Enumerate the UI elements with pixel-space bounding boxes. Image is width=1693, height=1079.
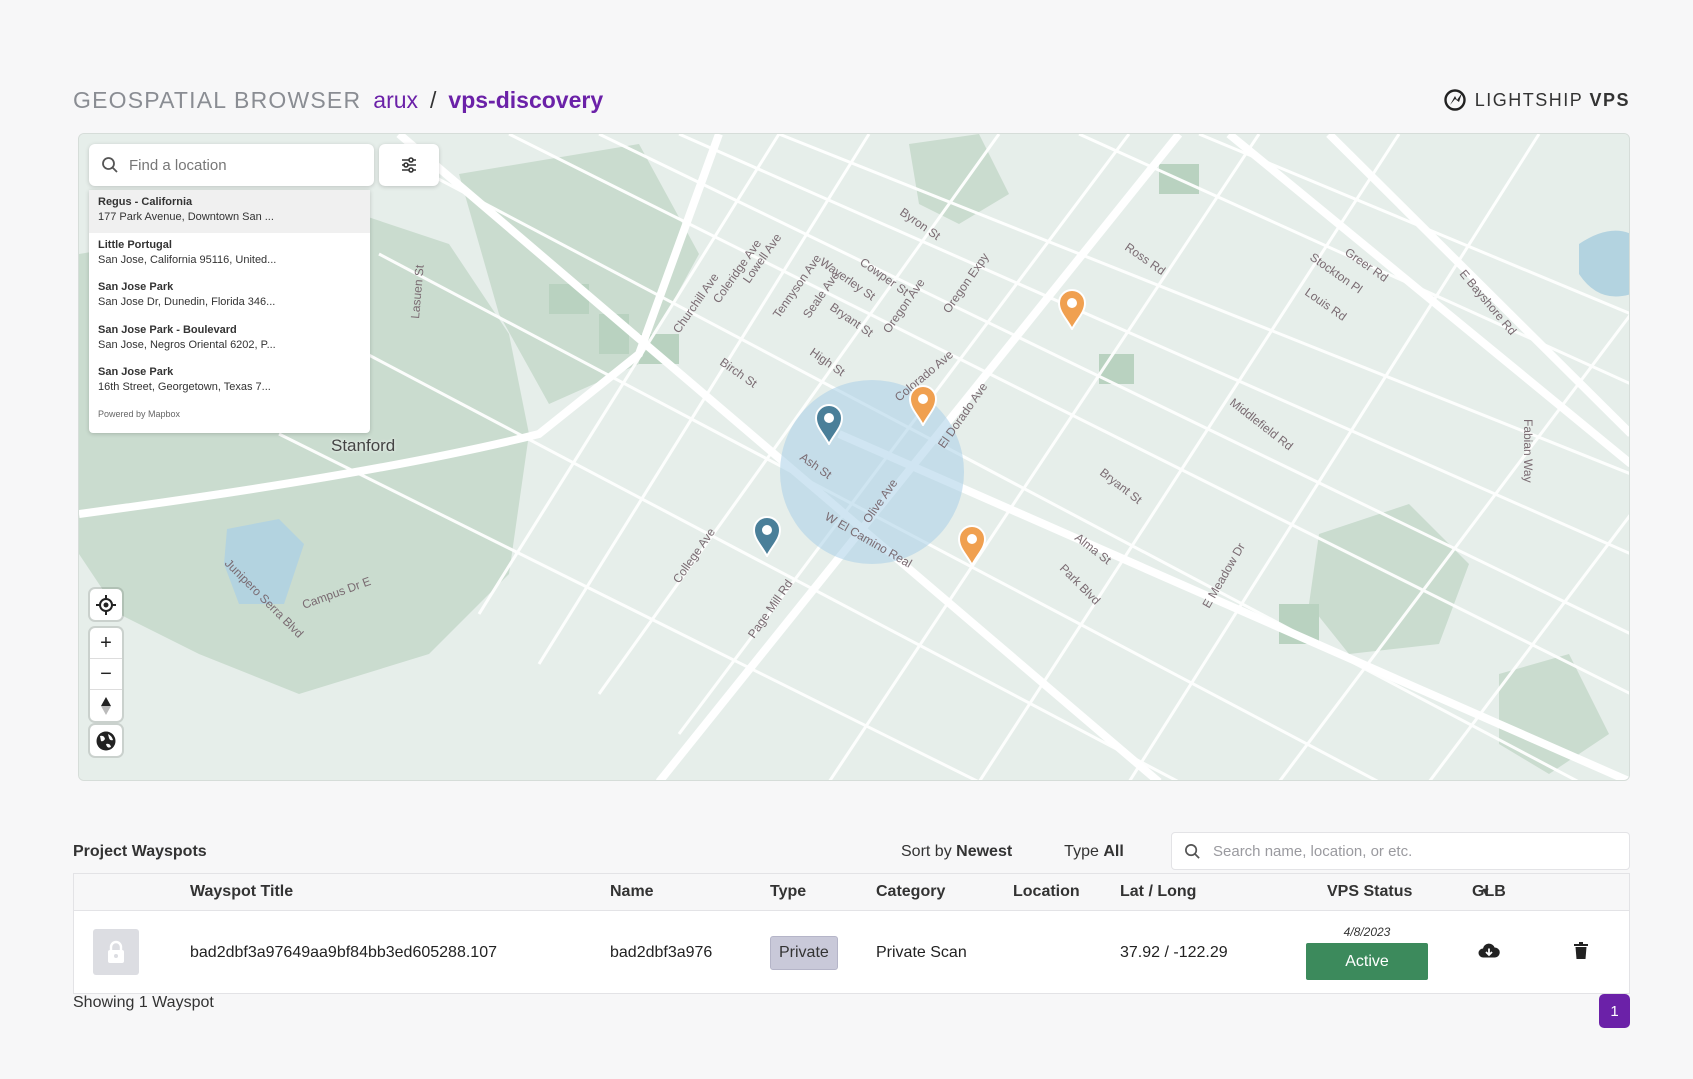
location-search[interactable]	[89, 144, 374, 186]
wayspot-pin-teal[interactable]	[813, 403, 845, 445]
results-count: Showing 1 Wayspot	[73, 994, 214, 1011]
sort-value: Newest	[956, 843, 1013, 860]
compass-icon	[101, 696, 111, 715]
search-result-item[interactable]: Regus - California 177 Park Avenue, Down…	[89, 190, 370, 233]
wayspots-toolbar: Project Wayspots Sort by Newest Type All	[73, 832, 1630, 872]
wayspot-title[interactable]: bad2dbf3a97649aa9bf84bb3ed605288.107	[190, 944, 497, 962]
zoom-out-button[interactable]: −	[90, 659, 122, 690]
zoom-in-button[interactable]: +	[90, 628, 122, 659]
wayspot-pin-teal[interactable]	[751, 515, 783, 557]
sort-label: Sort by	[901, 843, 952, 860]
crosshair-icon	[96, 594, 116, 615]
lock-icon	[108, 940, 124, 963]
sliders-icon	[402, 157, 416, 173]
globe-icon	[96, 731, 116, 750]
section-title: Project Wayspots	[73, 843, 207, 860]
brand-light: LIGHTSHIP	[1474, 89, 1583, 110]
type-label: Type	[1064, 843, 1099, 860]
minus-icon: −	[100, 662, 112, 685]
caret-down-icon: ▼	[1480, 886, 1491, 898]
vps-status-cell: 4/8/2023 Active	[1306, 925, 1428, 980]
page-header: GEOSPATIAL BROWSER arux / vps-discovery …	[73, 82, 1630, 118]
delete-button[interactable]	[1574, 941, 1588, 964]
column-header[interactable]: Category	[876, 883, 945, 901]
filter-button[interactable]	[379, 144, 439, 186]
app-name[interactable]: GEOSPATIAL BROWSER	[73, 87, 361, 114]
vps-date: 4/8/2023	[1343, 925, 1391, 939]
brand-logo[interactable]: LIGHTSHIP VPS	[1443, 88, 1630, 112]
compass-button[interactable]	[90, 690, 122, 721]
result-title: Regus - California	[98, 196, 193, 208]
result-title: San Jose Park	[98, 366, 174, 378]
wayspot-search[interactable]	[1171, 832, 1630, 870]
type-value: All	[1103, 843, 1124, 860]
wayspot-name: bad2dbf3a976	[610, 943, 713, 961]
search-result-item[interactable]: Little Portugal San Jose, California 951…	[89, 233, 370, 276]
wayspot-search-input[interactable]	[1213, 842, 1613, 860]
wayspot-pin-orange[interactable]	[907, 384, 939, 426]
search-results: Regus - California 177 Park Avenue, Down…	[89, 190, 370, 433]
map-view[interactable]: Churchill Ave Coleridge Ave Lowell Ave T…	[78, 133, 1630, 781]
table-row[interactable]: bad2dbf3a97649aa9bf84bb3ed605288.107 bad…	[74, 911, 1629, 994]
cloud-download-icon	[1478, 943, 1500, 957]
location-search-input[interactable]	[129, 156, 349, 174]
wayspot-thumbnail	[93, 929, 139, 975]
lightship-logo-icon	[1444, 89, 1466, 111]
result-subtitle: 16th Street, Georgetown, Texas 7...	[98, 381, 271, 393]
wayspots-table: Wayspot Title Name Type Category Locatio…	[73, 873, 1630, 994]
geolocate-control	[90, 589, 122, 620]
result-title: Little Portugal	[98, 238, 172, 251]
breadcrumb-project: vps-discovery	[448, 86, 604, 113]
result-title: San Jose Park - Boulevard	[98, 323, 237, 336]
search-result-item[interactable]: San Jose Park - Boulevard San Jose, Negr…	[89, 318, 370, 361]
wayspot-pin-orange[interactable]	[956, 524, 988, 566]
breadcrumb-separator: /	[430, 86, 437, 113]
pagination-page[interactable]: 1	[1599, 994, 1630, 1028]
search-result-item[interactable]: San Jose Park 16th Street, Georgetown, T…	[89, 360, 370, 403]
search-icon	[1185, 843, 1200, 859]
place-label-stanford: Stanford	[331, 436, 396, 455]
type-dropdown[interactable]: Type All	[1064, 843, 1124, 861]
wayspot-category: Private Scan	[876, 943, 967, 961]
result-subtitle: 177 Park Avenue, Downtown San ...	[98, 211, 274, 223]
download-glb-button[interactable]	[1478, 942, 1500, 963]
search-result-item[interactable]: San Jose Park San Jose Dr, Dunedin, Flor…	[89, 275, 370, 318]
trash-icon	[1574, 941, 1588, 959]
result-subtitle: San Jose, Negros Oriental 6202, P...	[98, 338, 276, 351]
vps-status-badge[interactable]: Active	[1306, 943, 1428, 980]
street-label: Fabian Way	[1521, 419, 1535, 483]
result-title: San Jose Park	[98, 281, 174, 293]
breadcrumb-org[interactable]: arux	[373, 87, 418, 114]
table-header: Wayspot Title Name Type Category Locatio…	[74, 874, 1629, 911]
column-header[interactable]: Lat / Long	[1120, 883, 1196, 901]
column-header[interactable]: Location	[1013, 883, 1080, 901]
zoom-controls: + −	[90, 628, 122, 721]
globe-control	[90, 725, 122, 756]
column-header[interactable]: Name	[610, 883, 654, 901]
column-header[interactable]: Type	[770, 883, 806, 901]
wayspot-pin-orange[interactable]	[1056, 288, 1088, 330]
sort-filters: Sort by Newest Type All	[901, 843, 1124, 861]
type-badge: Private	[770, 935, 838, 970]
result-subtitle: San Jose Dr, Dunedin, Florida 346...	[98, 296, 276, 308]
plus-icon: +	[100, 631, 112, 654]
powered-by-mapbox[interactable]: Powered by Mapbox	[89, 403, 370, 425]
result-subtitle: San Jose, California 95116, United...	[98, 253, 277, 266]
brand-bold: VPS	[1589, 89, 1630, 110]
search-icon	[102, 157, 118, 173]
column-header[interactable]: Wayspot Title	[190, 883, 293, 901]
sort-dropdown[interactable]: Sort by Newest	[901, 843, 1012, 861]
column-header[interactable]: VPS Status	[1327, 883, 1412, 901]
wayspot-latlong: 37.92 / -122.29	[1120, 943, 1228, 961]
geolocate-button[interactable]	[90, 589, 122, 620]
globe-button[interactable]	[90, 725, 122, 756]
breadcrumb: GEOSPATIAL BROWSER arux / vps-discovery	[73, 87, 603, 114]
